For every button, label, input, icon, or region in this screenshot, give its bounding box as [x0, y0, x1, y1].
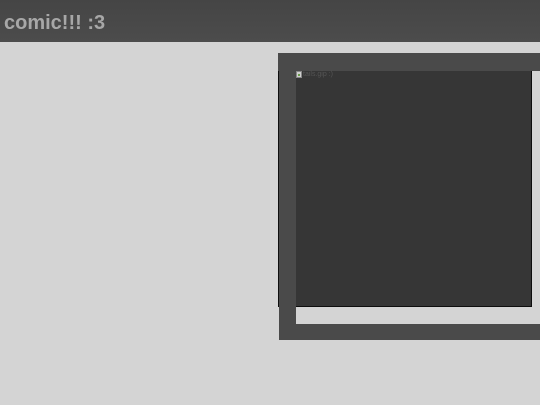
- broken-image-icon: [296, 71, 302, 78]
- comic-frame-bottom: [279, 324, 540, 340]
- comic-frame-left: [279, 53, 296, 340]
- comic-frame-top: [278, 53, 540, 71]
- comic-image-alt-text: tails.gip :): [303, 71, 333, 78]
- comic-border: [278, 53, 532, 307]
- page: comic!!! :3 tails.gip :): [0, 0, 540, 405]
- header-bar: comic!!! :3: [0, 0, 540, 42]
- comic-image[interactable]: tails.gip :): [296, 71, 333, 78]
- page-title: comic!!! :3: [4, 12, 106, 34]
